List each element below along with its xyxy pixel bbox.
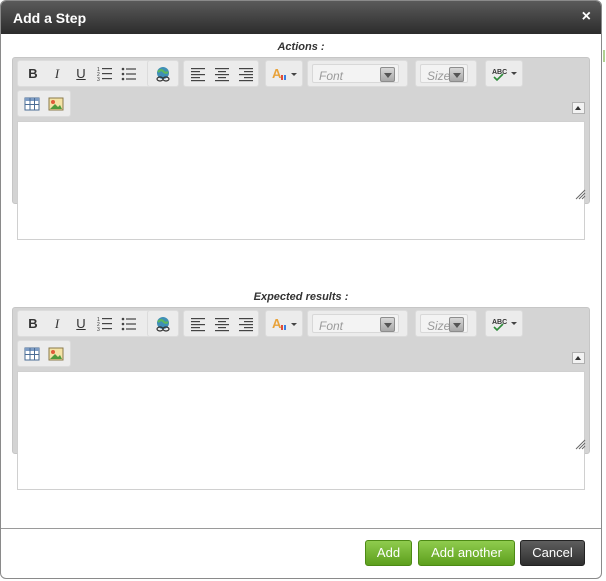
bullet-list-icon[interactable] <box>119 64 139 84</box>
add-button[interactable]: Add <box>365 540 412 566</box>
insert-link-icon[interactable] <box>153 314 173 334</box>
actions-label: Actions : <box>277 41 325 53</box>
align-right-icon[interactable] <box>236 314 256 334</box>
font-select-box: Font <box>312 314 399 333</box>
add-step-dialog: Add a Step × Actions : B I U 123 A Font … <box>0 0 602 579</box>
numbered-list-icon[interactable]: 123 <box>95 64 115 84</box>
spellcheck-group: ABC <box>485 310 523 337</box>
align-group <box>183 60 259 87</box>
table-icon[interactable] <box>22 94 42 114</box>
link-group <box>147 60 179 87</box>
link-group <box>147 310 179 337</box>
underline-button[interactable]: U <box>71 64 91 84</box>
size-select-value: Size <box>427 69 451 83</box>
svg-text:A: A <box>272 66 282 81</box>
font-select[interactable]: Font <box>307 60 408 87</box>
numbered-list-icon[interactable]: 123 <box>95 314 115 334</box>
size-select-box: Size <box>420 64 468 83</box>
format-group: B I U 123 <box>17 60 155 87</box>
italic-button[interactable]: I <box>47 64 67 84</box>
resize-handle-icon[interactable] <box>574 188 586 200</box>
insert-group <box>17 90 71 117</box>
font-select-box: Font <box>312 64 399 83</box>
table-icon[interactable] <box>22 344 42 364</box>
expected-toolbar: B I U 123 A Font Size ABC <box>17 310 587 337</box>
chevron-down-icon[interactable] <box>380 317 395 332</box>
font-select-value: Font <box>319 69 344 83</box>
collapse-toolbar-button[interactable] <box>572 102 585 114</box>
add-another-button[interactable]: Add another <box>418 540 515 566</box>
svg-text:3: 3 <box>97 77 100 82</box>
dialog-title: Add a Step <box>13 10 87 26</box>
align-center-icon[interactable] <box>212 64 232 84</box>
size-select[interactable]: Size <box>415 60 477 87</box>
align-center-icon[interactable] <box>212 314 232 334</box>
size-select-value: Size <box>427 319 451 333</box>
text-color-group: A <box>265 310 303 337</box>
chevron-down-icon[interactable] <box>449 317 464 332</box>
image-icon[interactable] <box>46 94 66 114</box>
expected-toolbar-row2 <box>17 340 77 367</box>
svg-text:A: A <box>272 316 282 331</box>
underline-button[interactable]: U <box>71 314 91 334</box>
spellcheck-group: ABC <box>485 60 523 87</box>
cancel-button[interactable]: Cancel <box>520 540 585 566</box>
font-select-value: Font <box>319 319 344 333</box>
close-icon[interactable]: × <box>582 9 591 25</box>
svg-text:ABC: ABC <box>492 319 507 326</box>
size-select-box: Size <box>420 314 468 333</box>
bold-button[interactable]: B <box>23 314 43 334</box>
italic-button[interactable]: I <box>47 314 67 334</box>
insert-link-icon[interactable] <box>153 64 173 84</box>
chevron-down-icon[interactable] <box>380 67 395 82</box>
expected-results-content-area[interactable] <box>17 371 585 490</box>
format-group: B I U 123 <box>17 310 155 337</box>
align-group <box>183 310 259 337</box>
text-color-icon[interactable]: A <box>270 64 298 84</box>
bold-button[interactable]: B <box>23 64 43 84</box>
size-select[interactable]: Size <box>415 310 477 337</box>
insert-group <box>17 340 71 367</box>
align-left-icon[interactable] <box>188 314 208 334</box>
spellcheck-icon[interactable]: ABC <box>490 314 518 334</box>
font-select[interactable]: Font <box>307 310 408 337</box>
bullet-list-icon[interactable] <box>119 314 139 334</box>
spellcheck-icon[interactable]: ABC <box>490 64 518 84</box>
expected-results-label: Expected results : <box>253 291 349 303</box>
dialog-titlebar[interactable]: Add a Step × <box>1 1 601 34</box>
align-left-icon[interactable] <box>188 64 208 84</box>
text-color-icon[interactable]: A <box>270 314 298 334</box>
expected-results-editor: B I U 123 A Font Size ABC <box>12 307 590 490</box>
chevron-down-icon[interactable] <box>449 67 464 82</box>
text-color-group: A <box>265 60 303 87</box>
footer-divider <box>1 528 601 529</box>
actions-toolbar: B I U 123 A Font Size ABC <box>17 60 587 87</box>
image-icon[interactable] <box>46 344 66 364</box>
actions-content-area[interactable] <box>17 121 585 240</box>
actions-editor: B I U 123 A Font Size ABC <box>12 57 590 240</box>
collapse-toolbar-button[interactable] <box>572 352 585 364</box>
actions-toolbar-row2 <box>17 90 77 117</box>
svg-text:ABC: ABC <box>492 69 507 76</box>
resize-handle-icon[interactable] <box>574 438 586 450</box>
align-right-icon[interactable] <box>236 64 256 84</box>
svg-text:3: 3 <box>97 327 100 332</box>
